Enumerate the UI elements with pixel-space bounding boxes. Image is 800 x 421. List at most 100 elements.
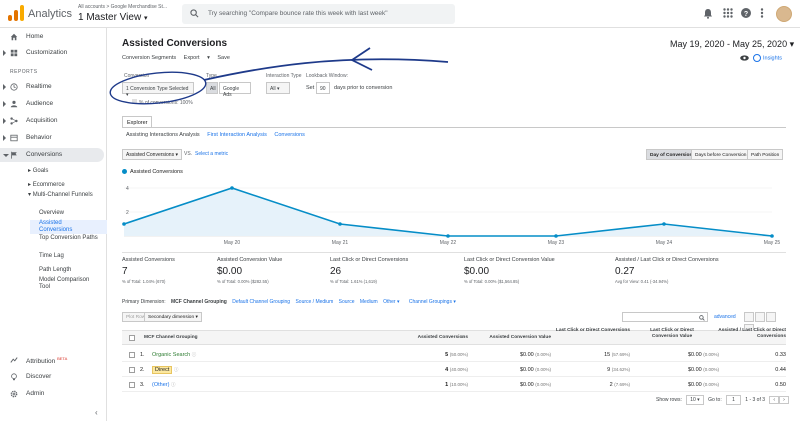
channel-name: Direct [152, 366, 173, 374]
more-vert-icon[interactable] [760, 8, 764, 18]
sidebar-item-goals[interactable]: ▸ Goals [28, 167, 48, 174]
clock-icon [10, 83, 18, 91]
sidebar-item-top-conversion-paths[interactable]: Top Conversion Paths [39, 235, 99, 242]
help-icon[interactable]: ? [741, 8, 751, 18]
secondary-dimension-dropdown[interactable]: Secondary dimension ▾ [144, 312, 202, 322]
data-point[interactable] [230, 186, 234, 190]
sidebar-item-behavior[interactable]: Behavior [0, 131, 107, 145]
view-selector[interactable]: 1 Master View ▾ [78, 12, 147, 23]
collapse-sidebar-icon[interactable]: ‹ [95, 408, 98, 417]
sidebar-item-realtime[interactable]: Realtime [0, 80, 107, 94]
info-icon: ⓘ [170, 382, 176, 387]
channel-link[interactable]: Organic Search ⓘ [152, 352, 196, 358]
expand-arrow-icon [3, 84, 6, 90]
data-point[interactable] [770, 234, 774, 238]
row-checkbox[interactable] [129, 382, 135, 388]
expand-arrow-icon [3, 50, 6, 56]
goto-label: Go to: [708, 397, 722, 403]
x-tick-label: May 22 [440, 240, 457, 246]
cell-last-click: 15 (57.69%) [604, 352, 630, 358]
annotation-circle [109, 71, 207, 105]
channel-name: Organic Search [152, 352, 191, 358]
sidebar-item-assisted-conversions[interactable]: Assisted Conversions [39, 220, 94, 234]
day-of-conversion-button[interactable]: Day of Conversion [646, 149, 697, 160]
table-search-input[interactable] [622, 312, 708, 322]
data-point[interactable] [122, 222, 126, 226]
metric-selector[interactable]: Assisted Conversions ▾ [122, 149, 182, 160]
y-tick-label: 4 [126, 186, 129, 192]
select-all-checkbox[interactable] [129, 335, 135, 341]
tab-first-interaction[interactable]: First Interaction Analysis [207, 132, 267, 138]
path-position-button[interactable]: Path Position [747, 149, 784, 160]
stat-last-click-conversion-value: Last Click or Direct Conversion Value $0… [464, 257, 555, 284]
cell-last-click: 9 (34.62%) [607, 367, 630, 373]
sidebar-item-home[interactable]: Home [0, 30, 107, 44]
sidebar-item-customization[interactable]: Customization [0, 46, 107, 60]
sidebar-item-audience[interactable]: Audience [0, 97, 107, 111]
col-header-last-click-conversions[interactable]: Last Click or Direct Conversions [540, 328, 630, 334]
cell-assisted-value: $0.00 (0.00%) [519, 382, 551, 388]
sidebar-item-admin[interactable]: Admin [0, 387, 107, 401]
search-bar[interactable]: Try searching "Compare bounce rate this … [182, 4, 455, 24]
col-header-last-click-value[interactable]: Last Click or Direct Conversion Value [640, 328, 704, 340]
info-icon: ⓘ [191, 352, 197, 357]
goto-page-input[interactable]: 1 [726, 395, 741, 405]
data-point[interactable] [446, 234, 450, 238]
prev-page-button[interactable]: ‹ [769, 396, 780, 404]
sidebar-item-ecommerce[interactable]: ▸ Ecommerce [28, 181, 65, 188]
col-header-assisted-conversions[interactable]: Assisted Conversions [394, 335, 468, 341]
tab-divider [122, 127, 786, 128]
cell-assisted-conversions: 5 (50.00%) [445, 352, 468, 358]
avatar[interactable] [776, 6, 792, 22]
apps-grid-icon[interactable] [723, 8, 733, 18]
sidebar-item-acquisition[interactable]: Acquisition [0, 114, 107, 128]
col-header-mcf-channel[interactable]: MCF Channel Grouping [144, 335, 198, 341]
bell-icon[interactable] [703, 8, 713, 19]
pie-view-icon[interactable] [755, 312, 765, 322]
next-page-button[interactable]: › [779, 396, 789, 404]
analytics-logo-icon[interactable] [8, 5, 24, 21]
tab-conversions[interactable]: Conversions [274, 132, 305, 138]
sidebar-item-mcf[interactable]: ▾ Multi-Channel Funnels [28, 192, 103, 199]
dimension-source-medium[interactable]: Source / Medium [295, 299, 333, 305]
sidebar-item-time-lag[interactable]: Time Lag [39, 253, 64, 259]
channel-link[interactable]: (Other) ⓘ [152, 382, 175, 388]
x-tick-label: May 25 [764, 240, 781, 246]
dimension-source[interactable]: Source [339, 299, 355, 305]
days-before-conversion-button[interactable]: Days before Conversion [691, 149, 751, 160]
sidebar-item-conversions[interactable]: Conversions [0, 148, 104, 162]
channel-link[interactable]: Direct ⓘ [152, 366, 178, 374]
cell-assisted-conversions: 1 (10.00%) [445, 382, 468, 388]
table-view-icon[interactable] [744, 312, 754, 322]
row-checkbox[interactable] [129, 352, 135, 358]
col-header-assisted-conversion-value[interactable]: Assisted Conversion Value [471, 335, 551, 341]
sidebar-item-attribution[interactable]: Attribution BETA [0, 353, 107, 367]
row-checkbox[interactable] [129, 367, 135, 373]
data-point[interactable] [338, 222, 342, 226]
tab-assisting-interactions[interactable]: Assisting Interactions Analysis [126, 132, 200, 138]
dimension-medium[interactable]: Medium [360, 299, 378, 305]
reports-section-label: REPORTS [10, 69, 38, 75]
sidebar-item-overview[interactable]: Overview [39, 210, 64, 216]
account-breadcrumb[interactable]: All accounts > Google Merchandise St... [78, 4, 167, 10]
annotation-arrow [203, 58, 449, 81]
advanced-filter-link[interactable]: advanced [714, 314, 736, 320]
bar-view-icon[interactable] [766, 312, 776, 322]
search-icon [699, 314, 705, 321]
sidebar-item-path-length[interactable]: Path Length [39, 267, 71, 273]
data-point[interactable] [662, 222, 666, 226]
col-header-ratio[interactable]: Assisted / Last Click or Direct Conversi… [712, 328, 786, 340]
behavior-icon [10, 134, 18, 142]
sidebar-item-model-comparison[interactable]: Model Comparison Tool [39, 277, 99, 291]
expand-arrow-icon [3, 118, 6, 124]
dimension-other[interactable]: Other ▾ [383, 299, 399, 305]
dimension-channel-groupings[interactable]: Channel Groupings ▾ [409, 299, 456, 305]
rows-per-page-select[interactable]: 10 ▾ [686, 395, 704, 405]
bulb-icon [11, 373, 17, 381]
sidebar-item-discover[interactable]: Discover [0, 370, 107, 384]
select-metric-link[interactable]: Select a metric [195, 151, 228, 157]
dimension-default-channel-grouping[interactable]: Default Channel Grouping [232, 299, 290, 305]
stat-last-click-conversions: Last Click or Direct Conversions 26 % of… [330, 257, 409, 284]
data-point[interactable] [554, 234, 558, 238]
vs-label: VS. [184, 151, 193, 157]
